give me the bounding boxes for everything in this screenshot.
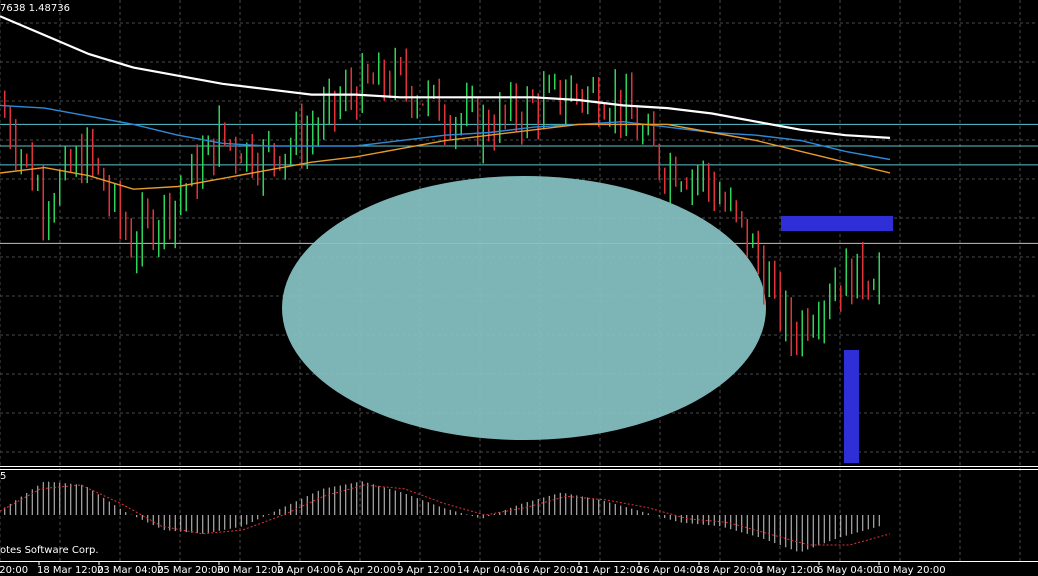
x-tick-label: 10 May 20:00 bbox=[877, 565, 946, 576]
marker-bar-horizontal bbox=[781, 216, 893, 231]
chart-area: r 20:00 18 Mar 12:0023 Mar 04:0025 Mar 20… bbox=[0, 0, 1038, 576]
marker-bar-vertical bbox=[844, 350, 859, 463]
x-tick-label: 16 Apr 20:00 bbox=[517, 565, 582, 576]
indicator-label: 5 bbox=[0, 471, 7, 482]
copyright-text: otes Software Corp. bbox=[0, 545, 99, 556]
x-tick-label: 23 Mar 04:00 bbox=[97, 565, 164, 576]
x-tick-label: 3 May 12:00 bbox=[757, 565, 819, 576]
x-tick-label: 6 May 04:00 bbox=[817, 565, 879, 576]
highlight-ellipse bbox=[282, 176, 766, 440]
x-tick-label: 28 Apr 20:00 bbox=[697, 565, 762, 576]
x-tick-label: 26 Apr 04:00 bbox=[637, 565, 702, 576]
x-tick-label: 30 Mar 12:00 bbox=[217, 565, 284, 576]
x-tick-label: 6 Apr 20:00 bbox=[337, 565, 396, 576]
x-tick-label: 25 Mar 20:00 bbox=[157, 565, 224, 576]
price-quote: 7638 1.48736 bbox=[0, 3, 70, 14]
x-tick-label: 2 Apr 04:00 bbox=[277, 565, 336, 576]
oscillator-panel bbox=[0, 481, 891, 552]
panel-separator bbox=[0, 466, 1038, 562]
x-tick-label: 9 Apr 12:00 bbox=[397, 565, 456, 576]
x-tick-label: 14 Apr 04:00 bbox=[457, 565, 522, 576]
moving-averages bbox=[0, 15, 891, 190]
x-tick-label: 21 Apr 12:00 bbox=[577, 565, 642, 576]
x-axis-ticks: r 20:00 18 Mar 12:0023 Mar 04:0025 Mar 20… bbox=[0, 562, 946, 576]
x-tick-label: 18 Mar 12:00 bbox=[37, 565, 104, 576]
x-tick-label: r 20:00 bbox=[0, 565, 28, 576]
